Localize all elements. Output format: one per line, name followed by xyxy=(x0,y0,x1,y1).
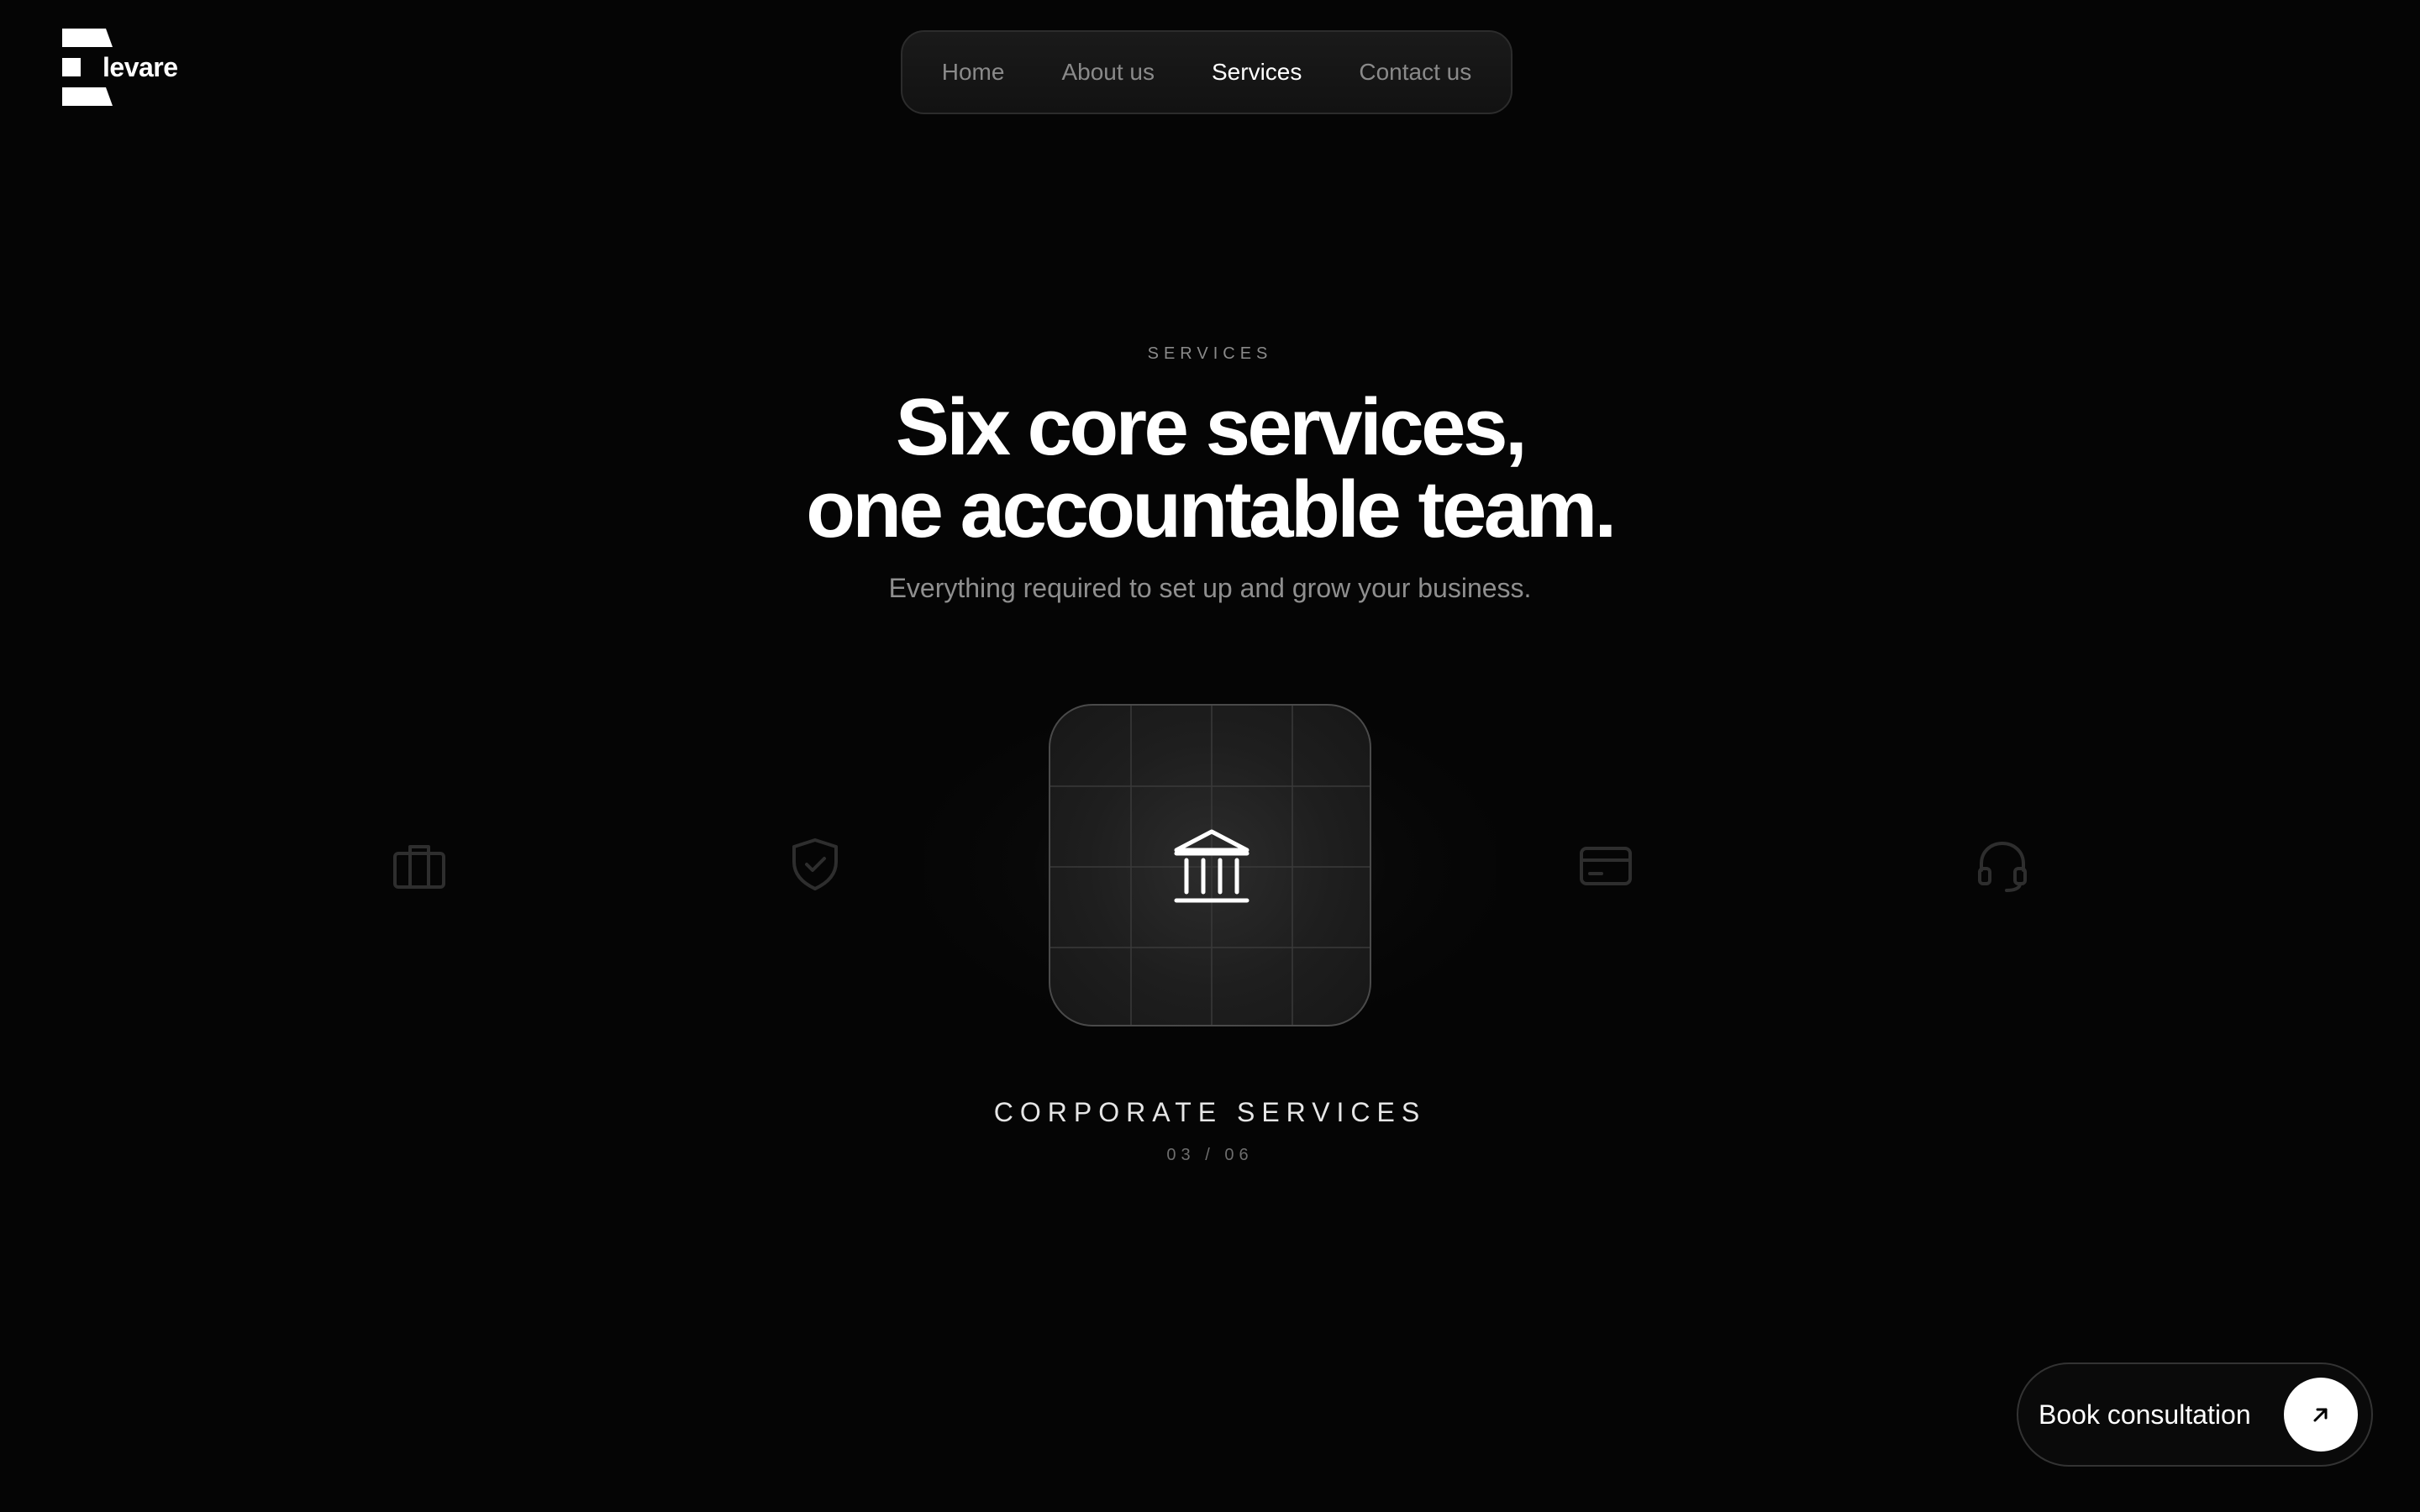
headline-line-1: Six core services, xyxy=(895,382,1528,472)
brand-name: levare xyxy=(103,52,178,82)
headset-icon[interactable] xyxy=(1973,835,2032,894)
main-nav: Home About us Services Contact us xyxy=(901,30,1512,114)
carousel-counter: 03 / 06 xyxy=(1166,1146,1254,1164)
arrow-up-right-icon xyxy=(2313,1408,2328,1422)
page-subline: Everything required to set up and grow y… xyxy=(888,573,1532,603)
section-eyebrow: SERVICES xyxy=(1147,344,1273,363)
nav-item-home[interactable]: Home xyxy=(942,59,1005,86)
brand-logo[interactable]: levare xyxy=(62,29,213,106)
nav-item-contact[interactable]: Contact us xyxy=(1359,59,1471,86)
credit-card-icon[interactable] xyxy=(1576,837,1635,895)
book-consultation-button[interactable]: Book consultation xyxy=(2017,1362,2373,1467)
nav-item-about[interactable]: About us xyxy=(1061,59,1155,86)
shield-check-icon[interactable] xyxy=(786,835,844,894)
cta-label: Book consultation xyxy=(2039,1399,2251,1430)
services-page: levare Home About us Services Contact us… xyxy=(0,0,2420,1512)
active-service-title: CORPORATE SERVICES xyxy=(993,1097,1427,1127)
headline-line-2: one accountable team. xyxy=(806,465,1617,554)
briefcase-icon[interactable] xyxy=(390,837,449,895)
page-headline: Six core services, one accountable team. xyxy=(0,386,2420,551)
active-service-card[interactable] xyxy=(1049,704,1371,1026)
cta-arrow-circle xyxy=(2284,1378,2358,1452)
bank-icon xyxy=(1174,829,1249,903)
nav-item-services[interactable]: Services xyxy=(1212,59,1302,86)
